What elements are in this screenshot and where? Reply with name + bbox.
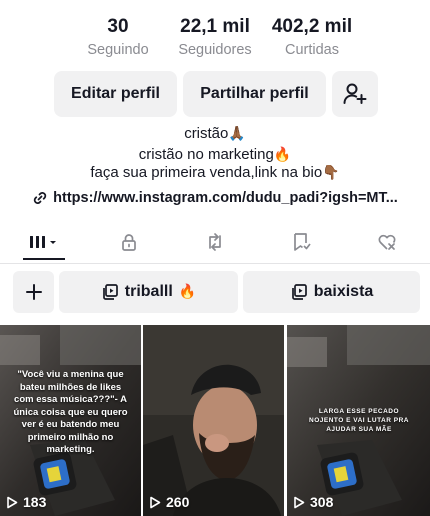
lock-icon — [122, 234, 136, 251]
bio-text-2: cristão no marketing — [138, 146, 274, 163]
active-tab-indicator — [23, 258, 65, 260]
video-caption: LARGA ESSE PECADO NOJENTO E VAI LUTAR PR… — [309, 408, 409, 433]
fire-emoji: 🔥 — [178, 284, 197, 300]
playlist-icon — [102, 284, 118, 300]
liked-icon — [378, 234, 396, 250]
followers-label: Seguidores — [178, 42, 252, 58]
likes-label: Curtidas — [285, 42, 339, 58]
add-playlist-button[interactable] — [13, 271, 54, 313]
add-user-icon — [343, 83, 367, 104]
bio-link[interactable]: https://www.instagram.com/dudu_padi?igsh… — [0, 190, 430, 206]
playlist-triballl[interactable]: triballl 🔥 — [59, 271, 238, 313]
edit-profile-button[interactable]: Editar perfil — [54, 71, 177, 117]
likes-stat[interactable]: 402,2 mil Curtidas — [262, 14, 362, 60]
praying-hands-emoji: 🙏🏾 — [228, 126, 246, 142]
link-url: https://www.instagram.com/dudu_padi?igsh… — [53, 190, 398, 206]
video-thumbnail[interactable]: 260 — [143, 325, 284, 516]
repost-icon — [209, 233, 221, 251]
playlist-baixista[interactable]: baixista — [243, 271, 420, 313]
play-icon — [7, 496, 18, 508]
likes-count: 402,2 mil — [271, 16, 353, 37]
view-count: 183 — [6, 494, 46, 510]
video-caption: "Você viu a menina que bateu milhões de … — [13, 369, 128, 455]
video-preview-image — [143, 325, 284, 516]
view-count: 308 — [293, 494, 333, 510]
video-thumbnail[interactable]: LARGA ESSE PECADO NOJENTO E VAI LUTAR PR… — [287, 325, 430, 516]
add-friends-button[interactable] — [332, 71, 378, 117]
tab-videos[interactable] — [0, 224, 86, 260]
playlist-label: baixista — [313, 283, 374, 300]
followers-count: 22,1 mil — [180, 16, 250, 37]
profile-stats: 30 Seguindo 22,1 mil Seguidores 402,2 mi… — [0, 14, 430, 64]
view-count-number: 308 — [310, 494, 334, 510]
followers-stat[interactable]: 22,1 mil Seguidores — [175, 14, 255, 60]
view-count: 260 — [149, 494, 189, 510]
play-icon — [150, 496, 161, 508]
link-icon — [34, 192, 47, 204]
profile-tabs — [0, 224, 430, 264]
pointing-down-emoji: 👇🏾 — [322, 165, 340, 181]
bio-text-1: cristão — [184, 125, 229, 142]
bio-line-3: faça sua primeira venda,link na bio👇🏾 — [0, 162, 430, 184]
tab-liked[interactable] — [344, 224, 430, 260]
following-stat[interactable]: 30 Seguindo — [78, 14, 158, 60]
share-profile-button[interactable]: Partilhar perfil — [183, 71, 326, 117]
fire-emoji: 🔥 — [273, 147, 292, 163]
bio-line-1: cristão🙏🏾 — [0, 123, 430, 145]
plus-icon — [25, 284, 42, 300]
bookmark-icon — [294, 233, 311, 251]
playlist-label: triballl — [124, 283, 173, 300]
tab-private[interactable] — [86, 224, 172, 260]
tab-reposts[interactable] — [172, 224, 258, 260]
play-icon — [294, 496, 305, 508]
following-label: Seguindo — [87, 42, 149, 58]
bio-text-3: faça sua primeira venda,link na bio — [90, 164, 323, 181]
view-count-number: 183 — [23, 494, 47, 510]
grid-icon — [30, 236, 56, 248]
playlist-icon — [291, 284, 307, 300]
tab-favorites[interactable] — [258, 224, 344, 260]
following-count: 30 — [107, 16, 129, 37]
view-count-number: 260 — [166, 494, 190, 510]
video-thumbnail[interactable]: "Você viu a menina que bateu milhões de … — [0, 325, 141, 516]
